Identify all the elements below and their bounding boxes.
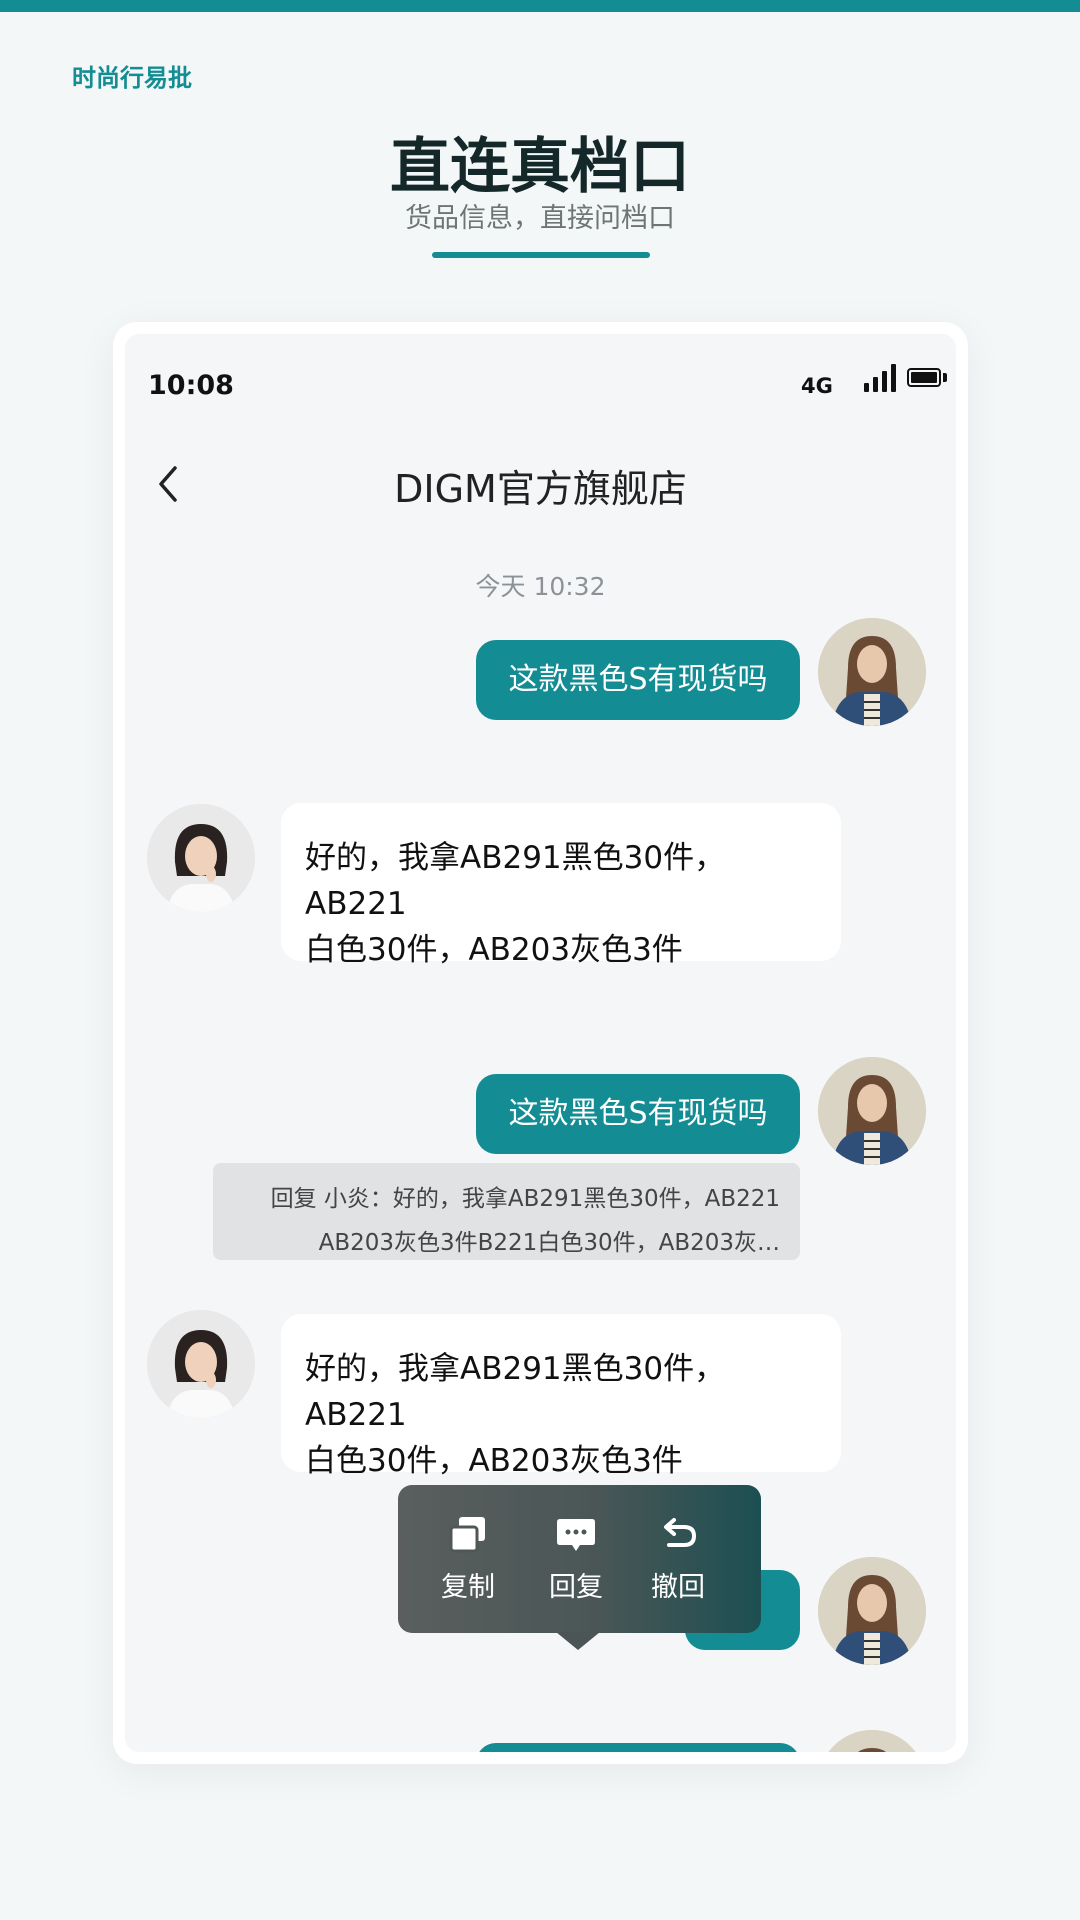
brand-name: 时尚行易批 bbox=[72, 64, 192, 92]
message-context-menu: 复制 回复 撤回 bbox=[398, 1485, 761, 1633]
headline-underline bbox=[432, 252, 650, 258]
menu-recall-label: 撤回 bbox=[651, 1572, 705, 1603]
headline: 直连真档口 bbox=[390, 132, 690, 202]
reply-icon bbox=[557, 1519, 595, 1551]
contact-avatar[interactable] bbox=[147, 1310, 255, 1418]
message-line: 好的，我拿AB291黑色30件，AB221 bbox=[305, 1351, 726, 1433]
incoming-message-bubble[interactable]: 好的，我拿AB291黑色30件，AB221 白色30件，AB203灰色3件 bbox=[281, 1314, 841, 1479]
undo-icon bbox=[664, 1518, 697, 1547]
menu-reply-button[interactable]: 回复 bbox=[536, 1515, 616, 1604]
subheadline: 货品信息，直接问档口 bbox=[405, 203, 675, 234]
network-label: 4G bbox=[801, 374, 833, 398]
message-timestamp: 今天 10:32 bbox=[475, 572, 606, 601]
user-avatar[interactable] bbox=[818, 1057, 926, 1165]
copy-icon bbox=[449, 1517, 485, 1553]
quote-line: AB203灰色3件B221白色30件，AB203灰… bbox=[318, 1230, 780, 1256]
chat-title: DIGM官方旗舰店 bbox=[394, 467, 687, 511]
outgoing-message-bubble[interactable]: 这款黑色S有现货吗 bbox=[476, 640, 800, 720]
outgoing-message-bubble[interactable] bbox=[476, 1743, 800, 1752]
battery-icon bbox=[907, 368, 941, 387]
message-line: 白色30件，AB203灰色3件 bbox=[305, 1443, 683, 1479]
outgoing-message-bubble[interactable]: 这款黑色S有现货吗 bbox=[476, 1074, 800, 1154]
message-line: 白色30件，AB203灰色3件 bbox=[305, 932, 683, 968]
menu-copy-label: 复制 bbox=[441, 1572, 495, 1603]
contact-avatar[interactable] bbox=[147, 804, 255, 912]
context-menu-arrow bbox=[556, 1632, 600, 1650]
user-avatar[interactable] bbox=[818, 618, 926, 726]
menu-copy-button[interactable]: 复制 bbox=[428, 1515, 508, 1604]
quoted-reply[interactable]: 回复 小炎：好的，我拿AB291黑色30件，AB221 AB203灰色3件B22… bbox=[213, 1163, 800, 1260]
phone-screen: 10:08 4G DIGM官方旗舰店 今天 10:32 这款黑色S有现货吗 好的… bbox=[125, 334, 956, 1752]
signal-icon bbox=[864, 364, 896, 392]
incoming-message-bubble[interactable]: 好的，我拿AB291黑色30件，AB221 白色30件，AB203灰色3件 bbox=[281, 803, 841, 968]
phone-frame: 10:08 4G DIGM官方旗舰店 今天 10:32 这款黑色S有现货吗 好的… bbox=[113, 322, 968, 1764]
top-accent-bar bbox=[0, 0, 1080, 12]
user-avatar[interactable] bbox=[818, 1557, 926, 1665]
message-line: 好的，我拿AB291黑色30件，AB221 bbox=[305, 840, 726, 922]
quote-line: 回复 小炎：好的，我拿AB291黑色30件，AB221 bbox=[270, 1186, 780, 1212]
menu-reply-label: 回复 bbox=[549, 1572, 603, 1603]
user-avatar[interactable] bbox=[818, 1730, 926, 1752]
battery-tip bbox=[943, 373, 947, 382]
status-time: 10:08 bbox=[148, 370, 234, 401]
menu-recall-button[interactable]: 撤回 bbox=[638, 1515, 718, 1604]
